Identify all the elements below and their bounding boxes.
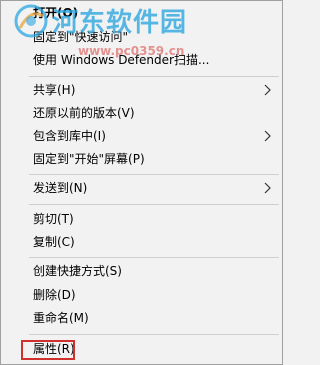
chevron-right-icon bbox=[264, 130, 271, 142]
menu-item-pin-start-label: 固定到"开始"屏幕(P) bbox=[33, 152, 145, 166]
menu-separator bbox=[29, 334, 279, 335]
menu-item-share-label: 共享(H) bbox=[33, 83, 76, 97]
watermark-logo-icon bbox=[14, 4, 48, 38]
menu-item-include-in-library[interactable]: 包含到库中(I) bbox=[2, 126, 281, 147]
menu-item-restore-versions-label: 还原以前的版本(V) bbox=[33, 106, 135, 120]
menu-item-rename-label: 重命名(M) bbox=[33, 311, 89, 325]
watermark-text: 河东软件园 bbox=[52, 8, 188, 38]
menu-item-create-shortcut-label: 创建快捷方式(S) bbox=[33, 264, 122, 278]
menu-item-include-in-library-label: 包含到库中(I) bbox=[33, 129, 106, 143]
menu-item-share[interactable]: 共享(H) bbox=[2, 80, 281, 101]
menu-item-create-shortcut[interactable]: 创建快捷方式(S) bbox=[2, 261, 281, 282]
watermark: 河东软件园 www.pc0359.cn bbox=[0, 0, 200, 62]
menu-item-cut-label: 剪切(T) bbox=[33, 212, 74, 226]
menu-item-send-to-label: 发送到(N) bbox=[33, 181, 88, 195]
menu-separator bbox=[29, 257, 279, 258]
menu-item-send-to[interactable]: 发送到(N) bbox=[2, 178, 281, 199]
menu-item-pin-start[interactable]: 固定到"开始"屏幕(P) bbox=[2, 149, 281, 170]
menu-item-restore-versions[interactable]: 还原以前的版本(V) bbox=[2, 103, 281, 124]
menu-separator bbox=[29, 204, 279, 205]
menu-separator bbox=[29, 174, 279, 175]
menu-item-rename[interactable]: 重命名(M) bbox=[2, 308, 281, 329]
menu-item-cut[interactable]: 剪切(T) bbox=[2, 209, 281, 230]
watermark-url: www.pc0359.cn bbox=[78, 44, 185, 58]
menu-item-copy[interactable]: 复制(C) bbox=[2, 232, 281, 253]
menu-item-delete-label: 删除(D) bbox=[33, 288, 76, 302]
menu-item-delete[interactable]: 删除(D) bbox=[2, 285, 281, 306]
chevron-right-icon bbox=[264, 84, 271, 96]
properties-highlight-box bbox=[21, 340, 75, 360]
menu-separator bbox=[29, 76, 279, 77]
menu-item-copy-label: 复制(C) bbox=[33, 235, 75, 249]
chevron-right-icon bbox=[264, 182, 271, 194]
